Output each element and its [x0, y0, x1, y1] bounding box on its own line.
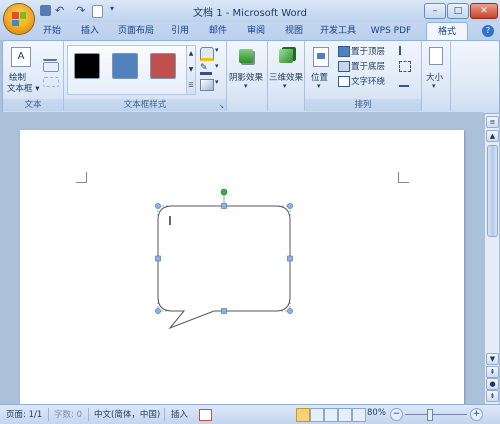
status-separator [48, 408, 49, 421]
group-textbox-styles: ▲ ▼ ☰ ▾ ✎ ▾ ▾ 文本框样式 ↘ [64, 41, 227, 111]
group-icon[interactable] [399, 61, 411, 72]
language-indicator[interactable]: 中文(简体，中国) [94, 408, 160, 420]
help-icon[interactable]: ? [482, 25, 494, 37]
group-label-text: 文本 [3, 99, 63, 111]
minimize-button[interactable]: – [424, 3, 446, 19]
next-page-button[interactable]: ⇟ [486, 390, 499, 402]
page-count[interactable]: 页面: 1/1 [6, 408, 42, 420]
outline-view-icon[interactable] [338, 408, 352, 422]
tab-developer[interactable]: 开发工具 [316, 22, 360, 40]
resize-handle-bottom-right[interactable] [287, 308, 293, 314]
3d-effects-icon[interactable] [279, 49, 293, 63]
resize-handle-left[interactable] [155, 255, 161, 262]
position-dropdown[interactable]: ▾ [317, 82, 321, 90]
resize-handle-right[interactable] [287, 255, 293, 262]
tab-home[interactable]: 开始 [38, 22, 66, 40]
create-link-icon[interactable] [43, 62, 59, 72]
ribbon-tabs: 开始 插入 页面布局 引用 邮件 审阅 视图 开发工具 WPS PDF 格式 ? [0, 22, 500, 41]
resize-handle-bottom[interactable] [221, 308, 227, 314]
tab-view[interactable]: 视图 [280, 22, 308, 40]
align-icon[interactable] [399, 46, 411, 55]
maximize-button[interactable]: □ [447, 3, 469, 19]
style-swatch-black[interactable] [74, 53, 100, 79]
position-icon[interactable] [313, 47, 329, 67]
tab-mailings[interactable]: 邮件 [204, 22, 232, 40]
scroll-up-button[interactable]: ▲ [486, 130, 499, 142]
ruler-toggle-icon[interactable]: ≡ [486, 116, 499, 128]
group-size: 大小 ▾ [422, 41, 451, 111]
close-button[interactable]: ✕ [470, 3, 498, 19]
resize-handle-bottom-left[interactable] [155, 308, 161, 314]
tab-insert[interactable]: 插入 [76, 22, 104, 40]
insert-mode-indicator[interactable]: 插入 [171, 408, 188, 420]
tab-review[interactable]: 审阅 [242, 22, 270, 40]
scroll-thumb[interactable] [487, 145, 498, 237]
style-swatch-red[interactable] [150, 53, 176, 79]
send-to-back-label[interactable]: 置于底层 [351, 60, 385, 72]
text-direction-icon[interactable] [43, 45, 57, 61]
tab-references[interactable]: 引用 [166, 22, 194, 40]
group-shadow-effects: 阴影效果 ▾ [227, 41, 268, 111]
status-separator [164, 408, 165, 421]
group-label-textbox-styles: 文本框样式 [64, 99, 226, 111]
shape-outline-icon[interactable]: ✎ [200, 63, 212, 75]
word-count[interactable]: 字数: 0 [54, 408, 82, 420]
text-wrap-icon[interactable] [338, 76, 350, 87]
browse-object-button[interactable]: ● [486, 378, 499, 390]
break-link-icon[interactable] [43, 77, 59, 87]
zoom-out-button[interactable]: − [390, 408, 403, 421]
draw-textbox-icon[interactable]: A [11, 47, 31, 67]
send-to-back-icon[interactable] [338, 61, 350, 72]
draft-view-icon[interactable] [352, 408, 366, 422]
gallery-scroll[interactable]: ▲ ▼ ☰ [186, 45, 196, 95]
crop-mark-left [76, 172, 87, 183]
title-bar: ↶ ↷ ▾ 文档 1 - Microsoft Word – □ ✕ [0, 0, 500, 22]
text-wrap-label[interactable]: 文字环绕 [351, 75, 385, 87]
crop-mark-right [398, 172, 409, 183]
callout-textbox[interactable] [150, 186, 300, 336]
full-screen-reading-icon[interactable] [310, 408, 324, 422]
office-button[interactable] [4, 4, 34, 34]
change-shape-dropdown[interactable]: ▾ [215, 78, 219, 86]
resize-handle-top-right[interactable] [287, 203, 293, 209]
zoom-slider-thumb[interactable] [427, 409, 433, 421]
shadow-effects-icon[interactable] [239, 49, 253, 63]
3d-effects-dropdown[interactable]: ▾ [283, 82, 287, 90]
group-text: A 绘制 文本框 ▾ 文本 [3, 41, 64, 111]
resize-handle-top-left[interactable] [155, 203, 161, 209]
group-arrange: 位置 ▾ 置于顶层 置于底层 文字环绕 排列 [305, 41, 422, 111]
scroll-down-button[interactable]: ▼ [486, 353, 499, 365]
size-icon[interactable] [429, 47, 443, 65]
rotate-handle[interactable] [220, 188, 228, 196]
bring-to-front-label[interactable]: 置于顶层 [351, 45, 385, 57]
ribbon: A 绘制 文本框 ▾ 文本 ▲ ▼ ☰ ▾ ✎ ▾ ▾ 文本框样式 ↘ 阴影效果 ▾… [2, 40, 500, 114]
size-dropdown[interactable]: ▾ [432, 82, 436, 90]
group-3d-effects: 三维效果 ▾ [268, 41, 305, 111]
shape-outline-dropdown[interactable]: ▾ [215, 62, 219, 70]
tab-page-layout[interactable]: 页面布局 [114, 22, 158, 40]
zoom-in-button[interactable]: + [470, 408, 483, 421]
zoom-slider-track[interactable] [405, 414, 467, 415]
web-layout-icon[interactable] [324, 408, 338, 422]
tab-wps-pdf[interactable]: WPS PDF [368, 22, 414, 40]
print-layout-view-icon[interactable] [296, 408, 310, 422]
status-bar: 页面: 1/1 字数: 0 中文(简体，中国) 插入 80% − + [0, 404, 500, 424]
status-separator [88, 408, 89, 421]
change-shape-icon[interactable] [200, 79, 214, 91]
resize-handle-top[interactable] [221, 203, 227, 209]
shadow-effects-dropdown[interactable]: ▾ [244, 82, 248, 90]
bring-to-front-icon[interactable] [338, 46, 350, 57]
style-swatch-blue[interactable] [112, 53, 138, 79]
shape-fill-icon[interactable] [200, 47, 214, 61]
shape-fill-dropdown[interactable]: ▾ [215, 46, 219, 54]
group-label-arrange: 排列 [305, 99, 421, 111]
macro-record-icon[interactable] [199, 409, 212, 421]
draw-textbox-dropdown[interactable]: 文本框 ▾ [7, 82, 39, 94]
zoom-level[interactable]: 80% [367, 408, 386, 418]
dialog-launcher-icon[interactable]: ↘ [219, 103, 224, 110]
tab-format[interactable]: 格式 [426, 22, 468, 41]
previous-page-button[interactable]: ⇞ [486, 366, 499, 378]
office-logo-icon [12, 12, 26, 26]
rotate-icon[interactable] [399, 76, 409, 87]
